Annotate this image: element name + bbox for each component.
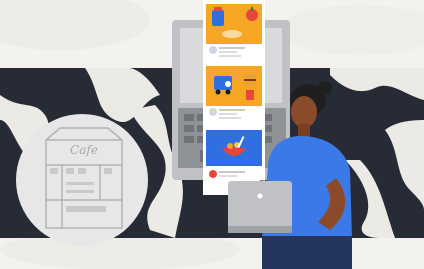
- map-pin-icon: [209, 170, 217, 178]
- burger-icon: [244, 74, 256, 85]
- cafe-sign: Cafe: [70, 143, 98, 157]
- illustration-scene: Cafe: [0, 0, 424, 269]
- app-feed: [203, 0, 265, 195]
- croissant-icon: [222, 30, 242, 38]
- cafe-storefront-icon: Cafe: [16, 114, 148, 246]
- illustration-canvas: Cafe: [0, 0, 424, 269]
